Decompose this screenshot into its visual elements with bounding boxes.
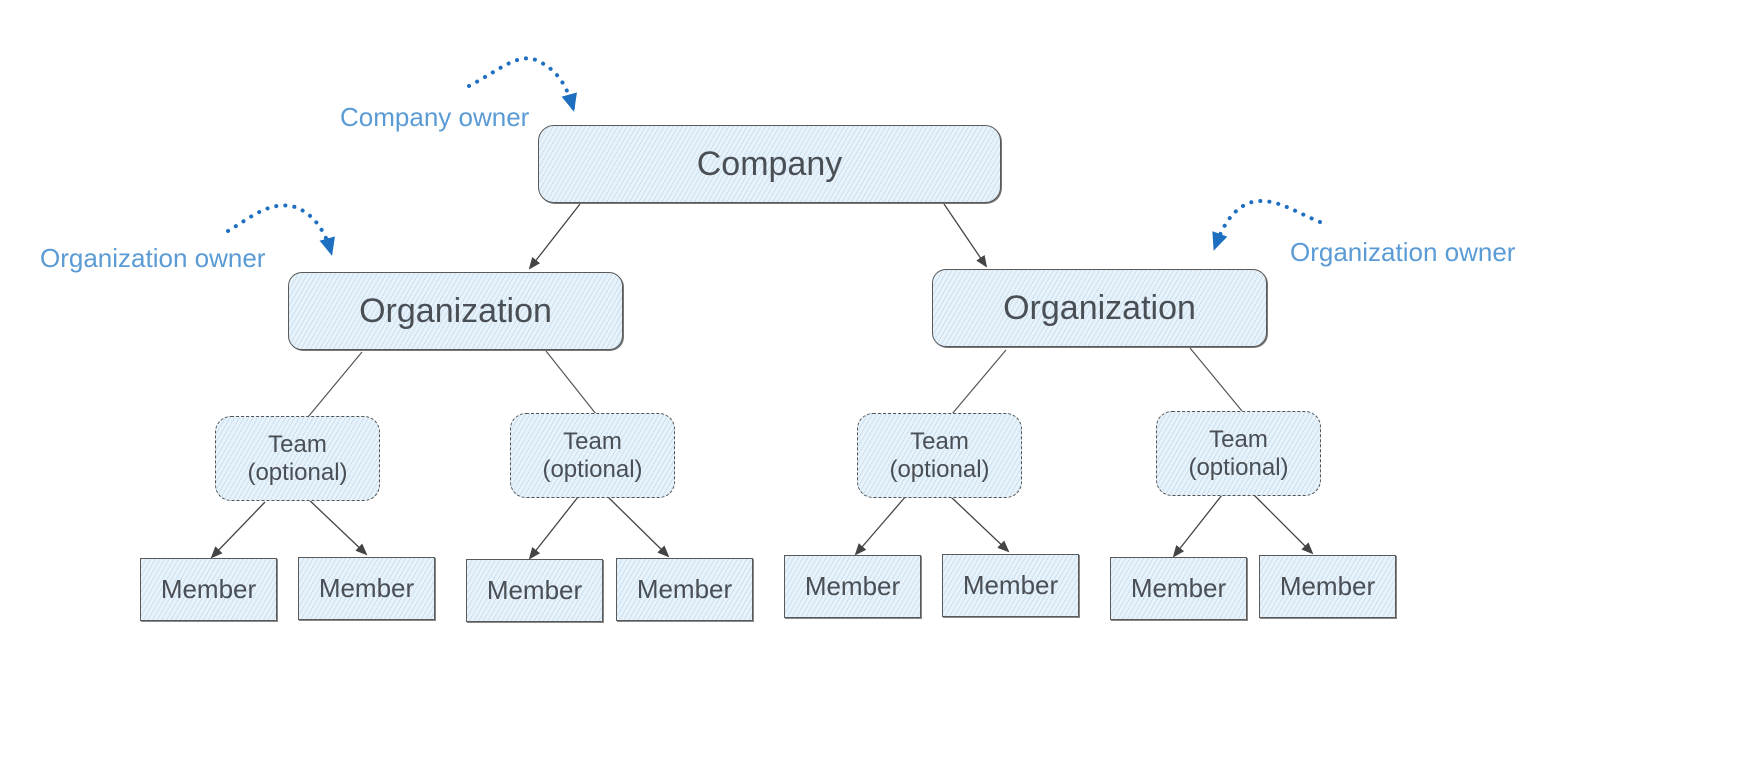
team-label: Team (optional) [542, 427, 643, 483]
org-owner-left-label: Organization owner [40, 243, 266, 273]
team-node: Team (optional) [857, 413, 1022, 498]
team-label: Team (optional) [1188, 425, 1289, 481]
company-owner-label: Company owner [340, 102, 530, 132]
company-label: Company [696, 144, 843, 183]
member-node: Member [1259, 555, 1396, 618]
connector-layer [210, 56, 1322, 560]
edge-team2-member1 [528, 496, 579, 560]
member-label: Member [318, 573, 415, 603]
member-node: Member [466, 559, 603, 622]
edge-company-org-left [528, 203, 581, 270]
member-label: Member [1130, 573, 1227, 603]
organization-label: Organization [359, 291, 552, 330]
member-label: Member [636, 574, 733, 604]
edge-org2-team2 [1189, 347, 1243, 412]
member-label: Member [1279, 571, 1376, 601]
edge-team3-member1 [854, 495, 907, 556]
team-node: Team (optional) [510, 413, 675, 498]
member-label: Member [486, 575, 583, 605]
member-node: Member [784, 555, 921, 618]
edge-team2-member2 [607, 496, 670, 558]
edge-team3-member2 [949, 495, 1010, 553]
member-label: Member [804, 571, 901, 601]
edge-org1-team2 [545, 350, 597, 415]
member-label: Member [160, 574, 257, 604]
member-node: Member [298, 557, 435, 620]
edge-company-org-right [943, 203, 988, 268]
edge-org2-team1 [951, 349, 1007, 415]
member-label: Member [962, 570, 1059, 600]
edge-team1-member2 [305, 496, 368, 556]
organization-node-right: Organization [932, 269, 1267, 347]
member-node: Member [1110, 557, 1247, 620]
organization-label: Organization [1003, 288, 1196, 327]
edge-team4-member2 [1253, 494, 1314, 555]
edge-team4-member1 [1172, 494, 1223, 558]
company-owner-arrow [467, 56, 577, 112]
team-node: Team (optional) [215, 416, 380, 501]
edge-org1-team1 [307, 351, 363, 418]
team-label: Team (optional) [247, 430, 348, 486]
org-owner-right-label: Organization owner [1290, 237, 1516, 267]
org-hierarchy-diagram: Company owner Organization owner Organiz… [0, 0, 1745, 779]
member-node: Member [616, 558, 753, 621]
edge-team1-member1 [210, 501, 266, 559]
team-node: Team (optional) [1156, 411, 1321, 496]
company-node: Company [538, 125, 1001, 203]
member-node: Member [140, 558, 277, 621]
member-node: Member [942, 554, 1079, 617]
team-label: Team (optional) [889, 427, 990, 483]
organization-node-left: Organization [288, 272, 623, 350]
